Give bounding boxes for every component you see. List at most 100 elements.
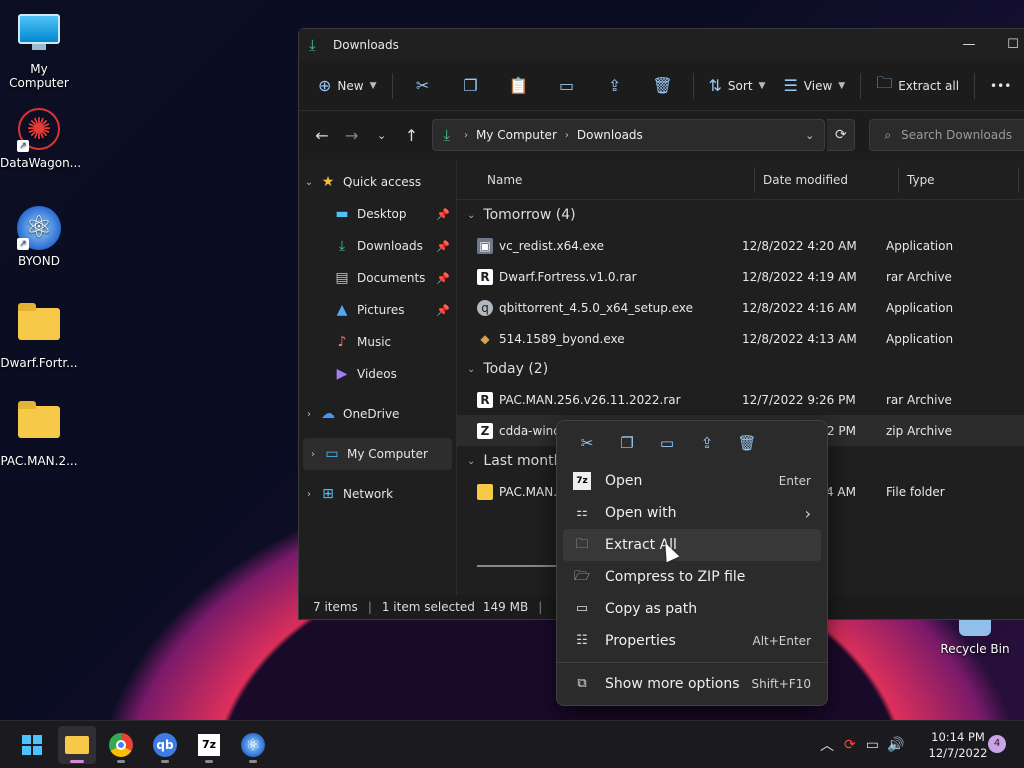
copy-icon[interactable]: ❐ [447, 70, 495, 102]
folder-icon [17, 303, 61, 352]
nav-documents[interactable]: ▤ Documents 📌 [299, 262, 456, 294]
taskbar-file-explorer[interactable] [58, 726, 96, 764]
column-date-modified[interactable]: Date modified [755, 166, 899, 193]
table-row[interactable]: R PAC.MAN.256.v26.11.2022.rar 12/7/2022 9… [457, 384, 1024, 415]
chrome-icon [109, 733, 133, 757]
chevron-right-icon: › [307, 408, 311, 420]
search-input[interactable]: ⌕ Search Downloads [869, 119, 1024, 151]
chevron-down-icon: ⌄ [467, 363, 476, 375]
nav-music[interactable]: ♪ Music [299, 326, 456, 358]
nav-videos[interactable]: ▶ Videos [299, 358, 456, 390]
address-bar[interactable]: ⤓ › My Computer › Downloads ⌄ [432, 119, 826, 151]
forward-button[interactable]: → [337, 120, 367, 150]
extract-icon: 🗀 [876, 73, 893, 92]
navigation-pane: ⌄ ★ Quick access ▬ Desktop 📌 ⤓ Downloads… [299, 160, 457, 595]
folder-icon [17, 401, 61, 450]
sync-icon[interactable]: ⟳ [844, 737, 856, 753]
rename-icon[interactable]: ▭ [543, 70, 591, 102]
chevron-down-icon[interactable]: ⌄ [805, 129, 814, 142]
chevron-right-icon: › [307, 488, 311, 500]
volume-icon[interactable]: 🔊 [887, 737, 904, 753]
column-type[interactable]: Type [899, 166, 1019, 193]
nav-quick-access[interactable]: ⌄ ★ Quick access [299, 166, 456, 198]
nav-desktop[interactable]: ▬ Desktop 📌 [299, 198, 456, 230]
menu-item-open[interactable]: 7z Open Enter [563, 465, 821, 497]
folder-icon [65, 736, 89, 754]
document-icon: ▤ [335, 270, 349, 286]
minimize-button[interactable]: — [959, 35, 979, 55]
taskbar-7zip[interactable]: 7z [190, 726, 228, 764]
taskbar-qbittorrent[interactable]: qb [146, 726, 184, 764]
menu-item-copy-as-path[interactable]: ▭ Copy as path [563, 593, 821, 625]
back-button[interactable]: ← [307, 120, 337, 150]
toolbar-divider [692, 72, 694, 99]
menu-item-show-more-options[interactable]: ⧉ Show more options Shift+F10 [563, 668, 821, 700]
monitor-icon: ▭ [325, 446, 339, 462]
7zip-icon: 7z [573, 472, 591, 490]
cut-icon[interactable]: ✂ [567, 427, 607, 459]
breadcrumb-my-computer[interactable]: My Computer [476, 128, 557, 142]
nav-network[interactable]: › ⊞ Network [299, 478, 456, 510]
chevron-down-icon: ⌄ [304, 176, 314, 188]
menu-item-open-with[interactable]: ⚏ Open with › [563, 497, 821, 529]
chevron-right-icon: › [564, 129, 569, 141]
more-options-button[interactable]: ••• [981, 70, 1020, 102]
delete-icon[interactable]: 🗑 [639, 70, 687, 102]
nav-my-computer[interactable]: › ▭ My Computer [303, 438, 452, 470]
share-icon[interactable]: ⇪ [687, 427, 727, 459]
up-button[interactable]: ↑ [396, 120, 426, 150]
chevron-down-icon: ⌄ [467, 209, 476, 221]
network-icon[interactable]: ▭ [866, 737, 879, 753]
sort-button[interactable]: ⇅ Sort ▼ [700, 70, 775, 102]
delete-icon[interactable]: 🗑 [727, 427, 767, 459]
start-button[interactable] [13, 726, 51, 764]
table-row[interactable]: R Dwarf.Fortress.v1.0.rar 12/8/2022 4:19 … [457, 261, 1024, 292]
open-with-icon: ⚏ [576, 505, 588, 520]
rename-icon[interactable]: ▭ [647, 427, 687, 459]
group-header-tomorrow[interactable]: ⌄ Tomorrow (4) [457, 200, 1024, 230]
maximize-button[interactable]: ☐ [1003, 35, 1023, 55]
table-row[interactable]: q qbittorrent_4.5.0_x64_setup.exe 12/8/20… [457, 292, 1024, 323]
cloud-icon: ☁ [321, 406, 335, 422]
copy-icon[interactable]: ❐ [607, 427, 647, 459]
recent-locations-button[interactable]: ⌄ [367, 120, 397, 150]
view-button[interactable]: ☰ View ▼ [774, 70, 854, 102]
table-row[interactable]: ◆ 514.1589_byond.exe 12/8/2022 4:13 AM Ap… [457, 323, 1024, 354]
menu-item-properties[interactable]: ☷ Properties Alt+Enter [563, 625, 821, 657]
breadcrumb-downloads[interactable]: Downloads [577, 128, 643, 142]
nav-downloads[interactable]: ⤓ Downloads 📌 [299, 230, 456, 262]
music-icon: ♪ [337, 334, 347, 350]
title-bar[interactable]: ⤓ Downloads — ☐ [299, 29, 1024, 61]
nav-onedrive[interactable]: › ☁ OneDrive [299, 398, 456, 430]
paste-icon[interactable]: 📋 [495, 70, 543, 102]
menu-item-compress-zip[interactable]: 🗁 Compress to ZIP file [563, 561, 821, 593]
desktop-icon-datawagon[interactable]: ↗ DataWagon... [0, 108, 81, 170]
share-icon[interactable]: ⇪ [591, 70, 639, 102]
refresh-button[interactable]: ⟳ [827, 119, 856, 151]
taskbar: qb 7z ⚛ ︿ ⟳ ▭ 🔊 10:14 PM 12/7/2022 [0, 720, 1024, 768]
menu-item-extract-all[interactable]: 🗀 Extract All [563, 529, 821, 561]
video-icon: ▶ [336, 366, 348, 382]
chevron-up-icon[interactable]: ︿ [820, 735, 834, 755]
desktop-icon-my-computer[interactable]: My Computer [0, 12, 78, 90]
taskbar-byond[interactable]: ⚛ [234, 726, 272, 764]
column-name[interactable]: Name [457, 166, 755, 193]
nav-pictures[interactable]: ▲ Pictures 📌 [299, 294, 456, 326]
notification-badge[interactable]: 4 [988, 735, 1006, 753]
table-row[interactable]: ▣ vc_redist.x64.exe 12/8/2022 4:20 AM App… [457, 230, 1024, 261]
new-button[interactable]: ⊕ New ▼ [309, 70, 386, 102]
desktop-icon-byond[interactable]: ↗ BYOND [0, 206, 78, 268]
desktop-icon-dwarf-fortress[interactable]: Dwarf.Fortr... [0, 302, 78, 370]
chevron-right-icon: › [804, 503, 811, 523]
clock[interactable]: 10:14 PM 12/7/2022 [920, 729, 996, 761]
cut-icon[interactable]: ✂ [399, 70, 447, 102]
extract-all-button[interactable]: 🗀 Extract all [867, 70, 968, 102]
context-quick-actions: ✂ ❐ ▭ ⇪ 🗑 [557, 421, 827, 465]
desktop-icon-pacman[interactable]: PAC.MAN.2... [0, 400, 78, 468]
toolbar-divider [391, 72, 393, 99]
download-icon: ⤓ [443, 126, 450, 144]
datawagon-icon: ↗ [17, 108, 61, 152]
taskbar-chrome[interactable] [102, 726, 140, 764]
archive-icon: R [477, 268, 493, 285]
group-header-today[interactable]: ⌄ Today (2) [457, 354, 1024, 384]
